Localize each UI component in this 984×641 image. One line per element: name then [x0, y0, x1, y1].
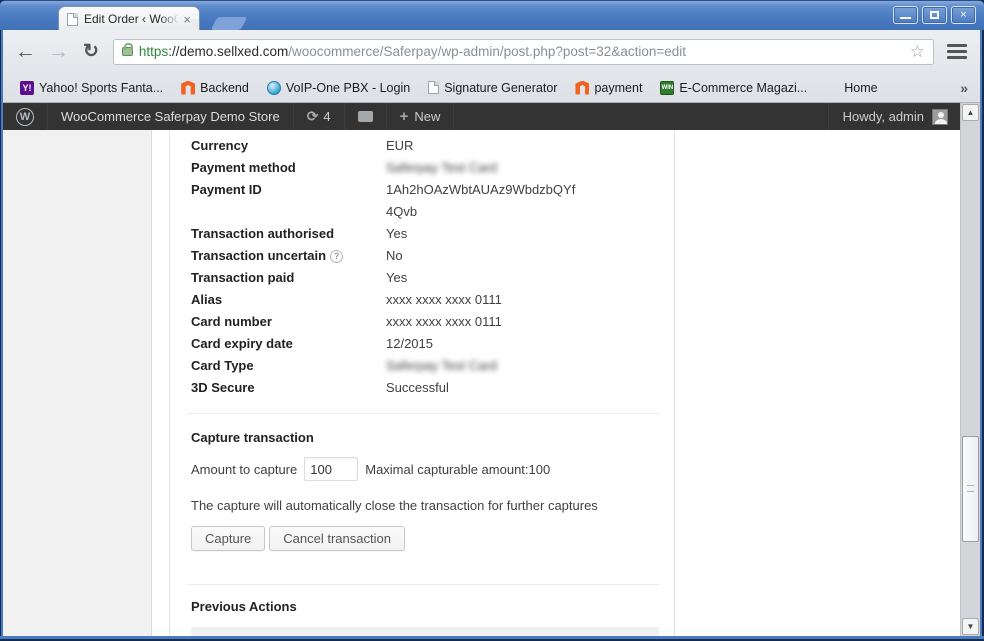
howdy-text: Howdy, admin: [843, 109, 924, 124]
browser-viewport: W WooCommerce Saferpay Demo Store ⟳ 4 + …: [3, 103, 980, 636]
tab-favicon-page-icon: [67, 13, 78, 26]
update-icon: ⟳: [307, 108, 319, 125]
voip-one-icon: [267, 81, 281, 95]
detail-row: CurrencyEUR: [191, 135, 659, 157]
update-count: 4: [323, 109, 330, 124]
plus-icon: +: [400, 108, 409, 125]
browser-window: Edit Order ‹ WooCommerc × × ← → ↻ https:…: [0, 0, 984, 641]
tab-title: Edit Order ‹ WooCommerc: [84, 12, 181, 26]
window-frame: [980, 30, 984, 641]
adminbar-site-name[interactable]: WooCommerce Saferpay Demo Store: [48, 103, 294, 130]
adminbar-new-menu[interactable]: + New: [387, 103, 455, 130]
dots-grid-icon: [825, 81, 839, 95]
blurred-value: Saferpay Test Card: [386, 355, 497, 377]
detail-row: Card expiry date12/2015: [191, 333, 659, 355]
window-minimize-button[interactable]: [893, 6, 918, 24]
detail-row: 3D SecureSuccessful: [191, 377, 659, 399]
detail-row: Aliasxxxx xxxx xxxx 0111: [191, 289, 659, 311]
window-close-button[interactable]: ×: [951, 6, 976, 24]
wp-logo-menu[interactable]: W: [3, 103, 48, 130]
browser-menu-icon[interactable]: [944, 41, 970, 63]
address-bar[interactable]: https://demo.sellxed.com/woocommerce/Saf…: [113, 39, 934, 65]
capture-button[interactable]: Capture: [191, 526, 265, 551]
wordpress-logo-icon: W: [16, 108, 34, 126]
browser-toolbar: ← → ↻ https://demo.sellxed.com/woocommer…: [3, 30, 980, 73]
adminbar-comments[interactable]: [345, 103, 387, 130]
help-icon[interactable]: ?: [330, 250, 343, 263]
detail-row: Payment methodSaferpay Test Card: [191, 157, 659, 179]
capture-section-title: Capture transaction: [191, 430, 659, 445]
new-tab-button[interactable]: [211, 17, 248, 30]
window-maximize-button[interactable]: [922, 6, 947, 24]
avatar: [932, 109, 948, 125]
window-frame: [0, 30, 3, 641]
titlebar: Edit Order ‹ WooCommerc × ×: [0, 0, 984, 30]
detail-row: Transaction uncertain?No: [191, 245, 659, 267]
bookmark-yahoo[interactable]: Y! Yahoo! Sports Fanta...: [20, 81, 163, 95]
magento-icon: [575, 81, 589, 95]
amount-to-capture-label: Amount to capture: [191, 462, 297, 477]
divider: [187, 413, 659, 414]
scroll-down-icon[interactable]: ▼: [962, 618, 979, 635]
divider: [187, 584, 659, 585]
window-frame: [0, 636, 984, 641]
wp-admin-bar: W WooCommerce Saferpay Demo Store ⟳ 4 + …: [3, 103, 960, 130]
url-scheme: https: [139, 44, 168, 59]
adminbar-account-menu[interactable]: Howdy, admin: [828, 103, 960, 130]
max-capturable-label: Maximal capturable amount:100: [365, 462, 550, 477]
bookmark-payment[interactable]: payment: [575, 81, 642, 95]
bookmark-signature-generator[interactable]: Signature Generator: [428, 81, 557, 95]
page-icon: [428, 81, 439, 94]
detail-row: Card numberxxxx xxxx xxxx 0111: [191, 311, 659, 333]
scrollbar-thumb[interactable]: [962, 436, 979, 542]
bookmarks-bar: Y! Yahoo! Sports Fanta... Backend VoIP-O…: [3, 73, 980, 103]
adminbar-updates[interactable]: ⟳ 4: [294, 103, 345, 130]
reload-icon[interactable]: ↻: [83, 40, 99, 63]
wp-admin-page: CurrencyEUR Payment methodSaferpay Test …: [3, 130, 960, 636]
bookmark-home[interactable]: Home: [825, 81, 877, 95]
bookmarks-overflow-icon[interactable]: »: [960, 80, 972, 96]
bookmark-backend[interactable]: Backend: [181, 81, 249, 95]
url-host: ://demo.sellxed.com: [168, 44, 288, 59]
detail-row: Payment ID1Ah2hOAzWbtAUAz9WbdzbQYf4Qvb: [191, 179, 659, 223]
vertical-scrollbar[interactable]: ▲ ▼: [960, 103, 980, 636]
previous-actions-header-row: Date Action Message: [191, 627, 659, 636]
magento-icon: [181, 81, 195, 95]
amount-to-capture-input[interactable]: [304, 457, 358, 481]
browser-tab[interactable]: Edit Order ‹ WooCommerc ×: [58, 6, 200, 31]
bookmark-ecommerce-magazine[interactable]: WIN Home E-Commerce Magazi...: [660, 81, 807, 95]
tab-close-icon[interactable]: ×: [181, 12, 193, 27]
back-icon[interactable]: ←: [15, 41, 36, 62]
detail-row: Transaction authorisedYes: [191, 223, 659, 245]
yahoo-icon: Y!: [20, 81, 34, 95]
ssl-lock-icon: [122, 47, 133, 56]
bookmark-voip-one[interactable]: VoIP-One PBX - Login: [267, 81, 410, 95]
detail-row: Transaction paidYes: [191, 267, 659, 289]
url-text: https://demo.sellxed.com/woocommerce/Saf…: [139, 44, 904, 59]
new-label: New: [414, 109, 440, 124]
bookmark-star-icon[interactable]: ☆: [910, 42, 925, 62]
blurred-value: Saferpay Test Card: [386, 157, 497, 179]
previous-actions-title: Previous Actions: [191, 599, 659, 614]
forward-icon[interactable]: →: [48, 41, 69, 62]
comment-bubble-icon: [358, 111, 373, 122]
cancel-transaction-button[interactable]: Cancel transaction: [269, 526, 405, 551]
saferpay-transaction-metabox: CurrencyEUR Payment methodSaferpay Test …: [169, 130, 675, 636]
detail-row: Card TypeSaferpay Test Card: [191, 355, 659, 377]
scroll-up-icon[interactable]: ▲: [962, 104, 979, 121]
win-icon: WIN: [660, 81, 674, 95]
url-path: /woocommerce/Saferpay/wp-admin/post.php?…: [288, 44, 686, 59]
capture-note: The capture will automatically close the…: [191, 498, 659, 513]
